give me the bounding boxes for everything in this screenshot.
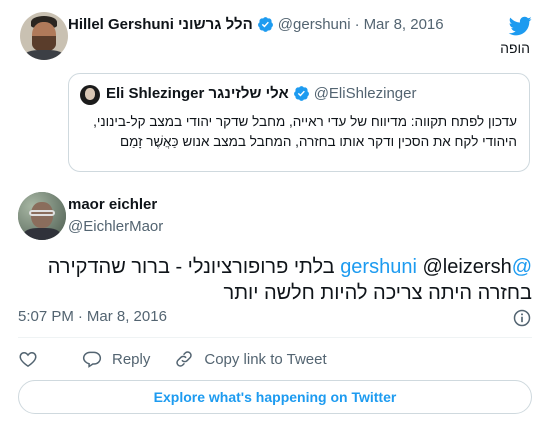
quoted-tweet-text: עדכון לפתח תקווה: מדיווח של עדי ראייה, מ… xyxy=(93,114,517,149)
parent-tweet-date[interactable]: Mar 8, 2016 xyxy=(364,16,444,33)
reply-button[interactable]: Reply xyxy=(82,349,150,369)
parent-tweet-text: הופה xyxy=(500,40,530,56)
verified-badge-icon xyxy=(293,86,309,101)
separator-dot: · xyxy=(354,16,360,33)
separator-dot: · xyxy=(77,308,83,325)
explore-twitter-button[interactable]: Explore what's happening on Twitter xyxy=(18,380,532,414)
parent-author-avatar[interactable] xyxy=(20,12,68,60)
copy-link-label: Copy link to Tweet xyxy=(204,350,327,368)
twitter-bird-icon[interactable] xyxy=(508,14,532,38)
tweet-timestamp[interactable]: 5:07 PM · Mar 8, 2016 xyxy=(18,308,167,325)
parent-author-row[interactable]: Hillel Gershuni הלל גרשוני @gershuni · M… xyxy=(68,16,444,33)
tweet-text: @gershuni @leizersh בלתי פרופורציונלי - … xyxy=(12,254,532,306)
copy-link-button[interactable]: Copy link to Tweet xyxy=(174,349,327,369)
tweet-date[interactable]: Mar 8, 2016 xyxy=(87,308,167,325)
parent-author-handle[interactable]: @gershuni xyxy=(278,16,351,33)
reply-icon xyxy=(82,351,102,368)
quoted-tweet-card[interactable]: Eli Shlezinger אלי שלזינגר @EliShlezinge… xyxy=(68,73,530,172)
author-name[interactable]: maor eichler xyxy=(68,196,157,213)
reply-label: Reply xyxy=(112,350,151,368)
author-handle[interactable]: @EichlerMaor xyxy=(68,218,163,235)
parent-tweet[interactable]: Hillel Gershuni הלל גרשוני @gershuni · M… xyxy=(0,0,550,180)
info-icon[interactable] xyxy=(512,308,532,328)
link-icon xyxy=(176,351,193,367)
author-avatar[interactable] xyxy=(18,192,66,240)
mention-link[interactable]: @leizersh xyxy=(422,256,511,278)
tweet-actions: Reply Copy link to Tweet xyxy=(18,348,351,370)
heart-icon xyxy=(19,351,37,367)
like-button[interactable] xyxy=(18,349,48,369)
quoted-author-avatar[interactable] xyxy=(80,85,100,105)
verified-badge-icon xyxy=(257,17,273,32)
parent-author-name[interactable]: Hillel Gershuni הלל גרשוני xyxy=(68,16,253,33)
divider xyxy=(18,337,532,338)
quoted-author-name: Eli Shlezinger אלי שלזינגר xyxy=(106,85,289,102)
quoted-author-handle: @EliShlezinger xyxy=(313,85,417,102)
tweet-time[interactable]: 5:07 PM xyxy=(18,308,74,325)
quoted-author-row: Eli Shlezinger אלי שלזינגר @EliShlezinge… xyxy=(106,85,416,102)
